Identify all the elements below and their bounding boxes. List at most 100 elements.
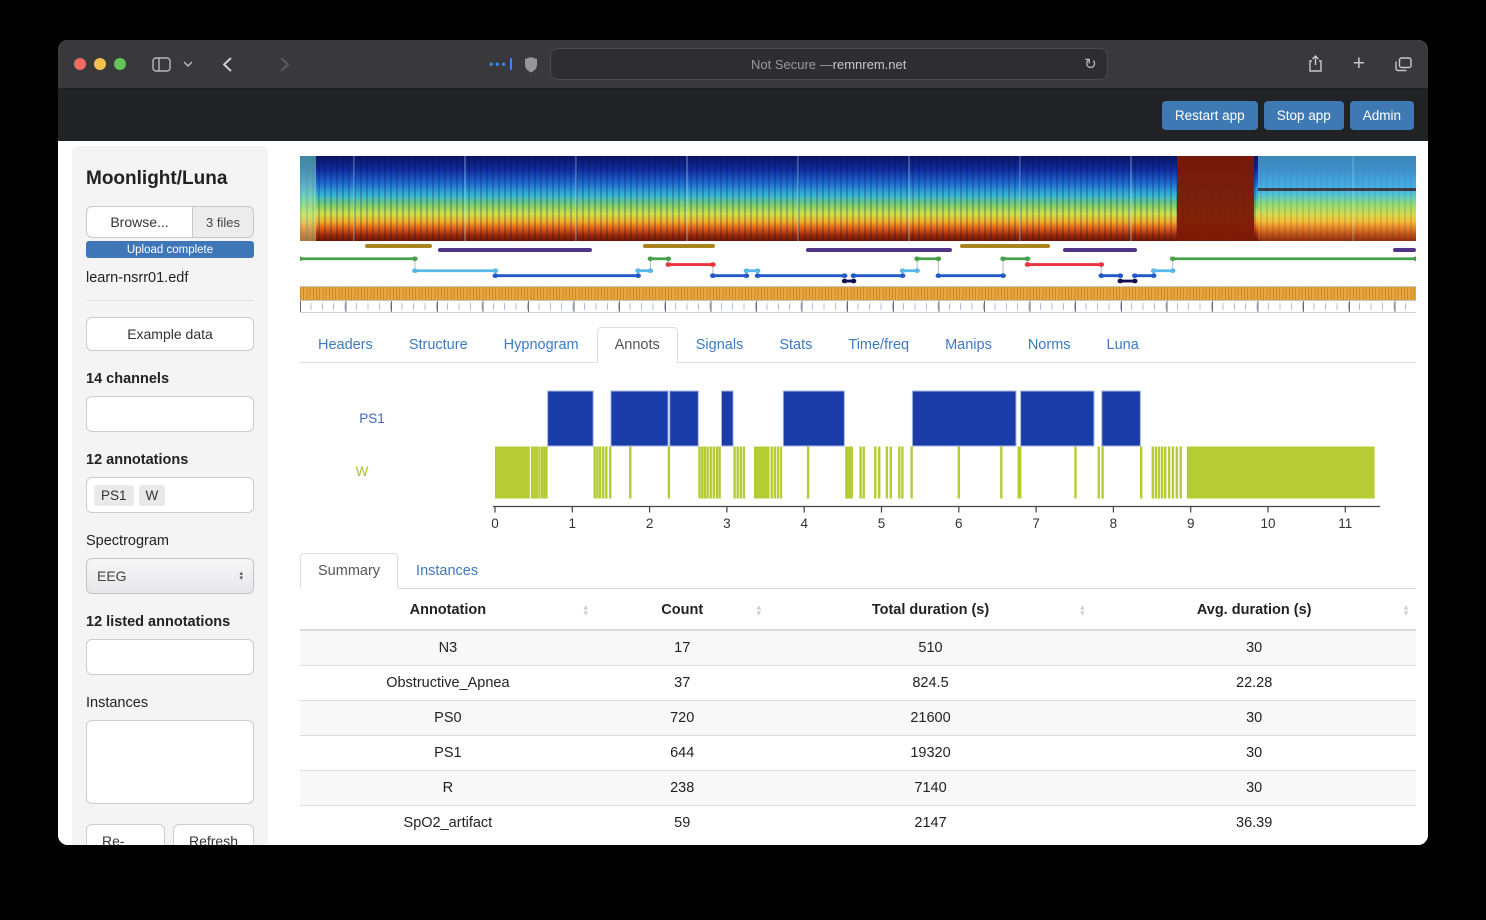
privacy-shield-icon[interactable] — [524, 56, 538, 73]
refresh-button[interactable]: Refresh — [173, 824, 254, 845]
browser-window: ••• Not Secure — remnrem.net ↻ + Restart… — [58, 40, 1428, 845]
svg-text:9: 9 — [1187, 516, 1195, 531]
annotation-cell: R — [300, 771, 596, 806]
value-cell: 59 — [596, 806, 769, 841]
tab-headers[interactable]: Headers — [300, 327, 391, 363]
spectrogram-select[interactable]: EEG ▴▾ — [86, 558, 254, 594]
subtab-instances[interactable]: Instances — [398, 553, 496, 589]
annotation-span-track — [300, 243, 1416, 253]
value-cell: 824.5 — [769, 666, 1093, 701]
instances-label: Instances — [86, 695, 254, 711]
column-header-annotation[interactable]: Annotation ▴▾ — [300, 591, 596, 630]
svg-text:2: 2 — [646, 516, 654, 531]
tab-annots[interactable]: Annots — [597, 327, 678, 363]
annotation-cell: SpO2_artifact — [300, 806, 596, 841]
column-header-count[interactable]: Count ▴▾ — [596, 591, 769, 630]
annotations-input[interactable]: PS1W — [86, 477, 254, 513]
reload-icon[interactable]: ↻ — [1084, 55, 1097, 73]
column-label: Count — [661, 602, 703, 618]
value-cell: 2147 — [769, 806, 1093, 841]
sort-arrows-icon[interactable]: ▴▾ — [1080, 605, 1084, 616]
annots-timeline-svg: 01234567891011PS1W — [300, 379, 1416, 543]
back-button[interactable] — [223, 57, 232, 72]
value-cell: 30 — [1092, 771, 1416, 806]
instances-textarea[interactable] — [86, 720, 254, 804]
tab-signals[interactable]: Signals — [678, 327, 762, 363]
admin-button[interactable]: Admin — [1350, 101, 1414, 130]
share-icon[interactable] — [1308, 55, 1323, 73]
svg-text:W: W — [356, 464, 369, 479]
address-bar[interactable]: Not Secure — remnrem.net ↻ — [550, 48, 1108, 80]
annots-timeline-chart: 01234567891011PS1W — [300, 379, 1416, 543]
value-cell: 510 — [769, 630, 1093, 666]
annotation-tag-w[interactable]: W — [139, 485, 166, 506]
chevron-down-icon[interactable] — [183, 61, 193, 67]
show-tabs-icon[interactable] — [1395, 57, 1412, 72]
restart-app-button[interactable]: Restart app — [1162, 101, 1258, 130]
channels-label: 14 channels — [86, 371, 254, 387]
value-cell: 22.28 — [1092, 666, 1416, 701]
tab-stats[interactable]: Stats — [761, 327, 830, 363]
tab-manips[interactable]: Manips — [927, 327, 1010, 363]
subtab-summary[interactable]: Summary — [300, 553, 398, 589]
column-header-total-duration-s[interactable]: Total duration (s) ▴▾ — [769, 591, 1093, 630]
tab-norms[interactable]: Norms — [1010, 327, 1089, 363]
annotation-cell: PS0 — [300, 701, 596, 736]
annotation-tag-ps1[interactable]: PS1 — [94, 485, 134, 506]
sort-arrows-icon[interactable]: ▴▾ — [1404, 605, 1408, 616]
span-bar-olive — [643, 244, 716, 248]
column-header-avg-duration-s[interactable]: Avg. duration (s) ▴▾ — [1092, 591, 1416, 630]
channels-input[interactable] — [86, 396, 254, 432]
span-bar-purple — [1063, 248, 1137, 252]
file-count-label: 3 files — [193, 206, 254, 238]
annotation-cell: Obstructive_Apnea — [300, 666, 596, 701]
zoom-window-button[interactable] — [114, 58, 126, 70]
span-bar-olive — [365, 244, 432, 248]
table-row: SpO2_artifact59214736.39 — [300, 806, 1416, 841]
svg-text:4: 4 — [800, 516, 808, 531]
main-tabs: HeadersStructureHypnogramAnnotsSignalsSt… — [300, 327, 1416, 363]
stop-app-button[interactable]: Stop app — [1264, 101, 1344, 130]
sidebar-toggle-icon[interactable] — [152, 57, 171, 72]
close-window-button[interactable] — [74, 58, 86, 70]
time-ruler — [300, 301, 1416, 313]
column-label: Total duration (s) — [872, 602, 989, 618]
svg-text:3: 3 — [723, 516, 731, 531]
span-bar-purple — [1393, 248, 1416, 252]
tab-luna[interactable]: Luna — [1089, 327, 1157, 363]
value-cell: 30 — [1092, 630, 1416, 666]
example-data-button[interactable]: Example data — [86, 317, 254, 351]
new-tab-icon[interactable]: + — [1353, 57, 1365, 71]
column-label: Annotation — [410, 602, 487, 618]
app-header: Restart appStop appAdmin — [58, 89, 1428, 141]
spectrogram-wake-region — [1258, 156, 1416, 241]
svg-text:0: 0 — [491, 516, 499, 531]
sort-arrows-icon[interactable]: ▴▾ — [757, 605, 761, 616]
column-label: Avg. duration (s) — [1197, 602, 1312, 618]
tab-time-freq[interactable]: Time/freq — [830, 327, 927, 363]
table-row: PS16441932030 — [300, 736, 1416, 771]
listed-annotations-input[interactable] — [86, 639, 254, 675]
minimize-window-button[interactable] — [94, 58, 106, 70]
value-cell: 19320 — [769, 736, 1093, 771]
svg-text:10: 10 — [1260, 516, 1275, 531]
forward-button[interactable] — [280, 57, 289, 72]
annots-subtabs: SummaryInstances — [300, 553, 1416, 589]
span-bar-purple — [806, 248, 952, 252]
spectrogram-label: Spectrogram — [86, 533, 254, 549]
value-cell: 17 — [596, 630, 769, 666]
svg-text:11: 11 — [1338, 516, 1352, 531]
epoch-mask-band — [300, 286, 1416, 301]
tab-structure[interactable]: Structure — [391, 327, 486, 363]
svg-text:6: 6 — [955, 516, 963, 531]
value-cell: 238 — [596, 771, 769, 806]
value-cell: 30 — [1092, 701, 1416, 736]
tab-hypnogram[interactable]: Hypnogram — [486, 327, 597, 363]
browse-button[interactable]: Browse... — [86, 206, 193, 238]
tab-group-icon[interactable]: ••• — [489, 57, 512, 71]
re-epoch-button[interactable]: Re-epoch — [86, 824, 165, 845]
svg-text:1: 1 — [569, 516, 577, 531]
stage-trace-plot — [300, 253, 1416, 286]
sort-arrows-icon[interactable]: ▴▾ — [584, 605, 588, 616]
traffic-lights — [74, 58, 126, 70]
